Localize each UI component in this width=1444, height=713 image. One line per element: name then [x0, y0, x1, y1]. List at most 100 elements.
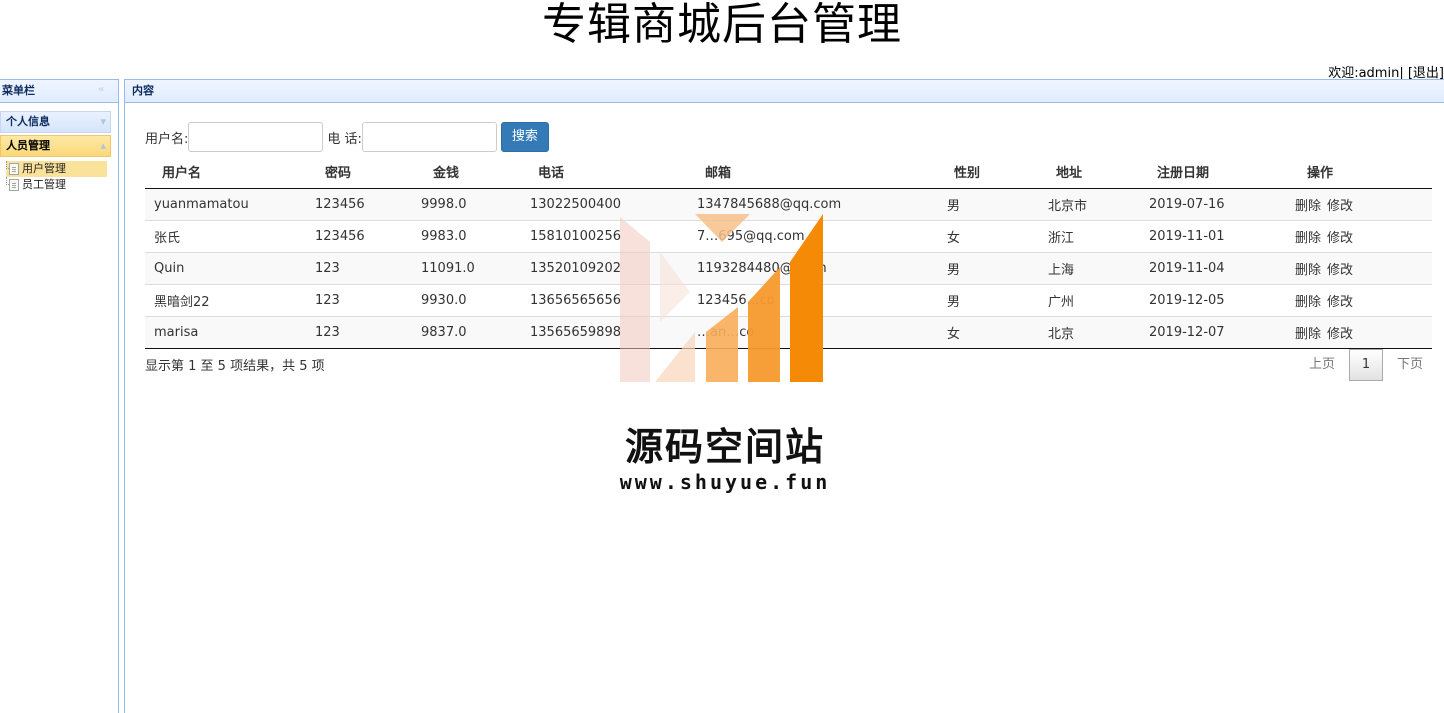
page-number-button[interactable]: 1 [1349, 349, 1384, 381]
cell-register-date: 2019-12-05 [1149, 284, 1295, 317]
cell-register-date: 2019-11-01 [1149, 220, 1295, 253]
menu-group-label: 个人信息 [6, 115, 50, 128]
cell-phone: 13022500400 [530, 188, 697, 221]
column-header[interactable]: 用户名 [145, 155, 315, 189]
cell-money: 9998.0 [421, 188, 530, 221]
menu-group-label: 人员管理 [6, 139, 50, 152]
cell-username: 张氏 [145, 220, 315, 253]
cell-username: 黑暗剑22 [145, 284, 315, 317]
table-row: yuanmamatou 123456 9998.0 13022500400 13… [145, 188, 1432, 221]
edit-link[interactable]: 修改 [1327, 199, 1353, 214]
menu-panel: 菜单栏 « 个人信息 ▾ 人员管理 ▴ 用户管理 员工管理 [0, 79, 119, 713]
cell-gender: 男 [947, 284, 1048, 317]
search-bar: 用户名: 电 话: 搜索 [145, 121, 549, 153]
cell-password: 123 [315, 252, 421, 285]
cell-money: 11091.0 [421, 252, 530, 285]
cell-phone: 13656565656 [530, 284, 697, 317]
table-header-row: 用户名 密码 金钱 电话 邮箱 性别 地址 注册日期 操作 [145, 155, 1432, 189]
phone-label: 电 话: [327, 131, 362, 147]
column-header[interactable]: 地址 [1048, 155, 1149, 189]
menu-group-staff-management[interactable]: 人员管理 ▴ [0, 135, 111, 157]
cell-actions: 删除 修改 [1295, 252, 1432, 285]
cell-address: 浙江 [1048, 220, 1149, 253]
delete-link[interactable]: 删除 [1295, 231, 1321, 246]
menu-tree: 用户管理 员工管理 [0, 157, 118, 193]
cell-password: 123456 [315, 220, 421, 253]
prev-page-button[interactable]: 上页 [1295, 349, 1349, 381]
cell-address: 上海 [1048, 252, 1149, 285]
edit-link[interactable]: 修改 [1327, 263, 1353, 278]
cell-actions: 删除 修改 [1295, 220, 1432, 253]
cell-address: 北京市 [1048, 188, 1149, 221]
tree-item-user-management[interactable]: 用户管理 [6, 161, 107, 177]
cell-gender: 男 [947, 188, 1048, 221]
file-icon [9, 163, 19, 175]
cell-phone: 13520109202 [530, 252, 697, 285]
cell-email: 1193284480@q…m [697, 252, 947, 285]
edit-link[interactable]: 修改 [1327, 327, 1353, 342]
cell-gender: 男 [947, 252, 1048, 285]
cell-password: 123456 [315, 188, 421, 221]
phone-search-input[interactable] [361, 122, 497, 152]
cell-actions: 删除 修改 [1295, 188, 1432, 221]
delete-link[interactable]: 删除 [1295, 295, 1321, 310]
column-header[interactable]: 金钱 [421, 155, 530, 189]
content-panel-header: 内容 [125, 79, 1444, 103]
content-panel-title: 内容 [132, 84, 154, 97]
edit-link[interactable]: 修改 [1327, 231, 1353, 246]
collapse-left-icon[interactable]: « [98, 84, 110, 96]
cell-gender: 女 [947, 220, 1048, 253]
cell-register-date: 2019-11-04 [1149, 252, 1295, 285]
edit-link[interactable]: 修改 [1327, 295, 1353, 310]
delete-link[interactable]: 删除 [1295, 327, 1321, 342]
cell-actions: 删除 修改 [1295, 316, 1432, 349]
table-row: 张氏 123456 9983.0 15810100256 7…695@qq.co… [145, 220, 1432, 253]
pagination: 上页 1 下页 [1295, 349, 1437, 381]
column-header[interactable]: 性别 [947, 155, 1048, 189]
cell-register-date: 2019-12-07 [1149, 316, 1295, 349]
menu-panel-title: 菜单栏 [2, 84, 35, 97]
page: 专辑商城后台管理 欢迎:admin| [退出] 菜单栏 « 个人信息 ▾ 人员管… [0, 0, 1444, 713]
column-header[interactable]: 密码 [315, 155, 421, 189]
cell-address: 北京 [1048, 316, 1149, 349]
cell-register-date: 2019-07-16 [1149, 188, 1295, 221]
cell-phone: 13565659898 [530, 316, 697, 349]
tree-item-label: 用户管理 [22, 162, 66, 175]
column-header[interactable]: 邮箱 [697, 155, 947, 189]
content-panel: 内容 用户名: 电 话: 搜索 用户名 密码 金钱 电话 邮箱 性别 地址 注册… [124, 79, 1444, 713]
user-table: 用户名 密码 金钱 电话 邮箱 性别 地址 注册日期 操作 yuanmamato… [145, 155, 1432, 349]
cell-actions: 删除 修改 [1295, 284, 1432, 317]
cell-gender: 女 [947, 316, 1048, 349]
collapse-icon: ▴ [100, 139, 106, 152]
cell-email: 1347845688@qq.com [697, 188, 947, 221]
menu-group-personal-info[interactable]: 个人信息 ▾ [0, 111, 111, 133]
next-page-button[interactable]: 下页 [1383, 349, 1437, 381]
expand-icon: ▾ [100, 115, 106, 128]
table-row: Quin 123 11091.0 13520109202 1193284480@… [145, 252, 1432, 285]
cell-username: yuanmamatou [145, 188, 315, 221]
tree-item-employee-management[interactable]: 员工管理 [6, 177, 118, 193]
cell-money: 9837.0 [421, 316, 530, 349]
table-row: marisa 123 9837.0 13565659898 …an…co 女 北… [145, 316, 1432, 349]
search-button[interactable]: 搜索 [500, 122, 549, 152]
delete-link[interactable]: 删除 [1295, 263, 1321, 278]
cell-phone: 15810100256 [530, 220, 697, 253]
cell-email: …an…co [697, 316, 947, 349]
table-info: 显示第 1 至 5 项结果，共 5 项 [145, 359, 325, 374]
delete-link[interactable]: 删除 [1295, 199, 1321, 214]
cell-password: 123 [315, 284, 421, 317]
cell-username: Quin [145, 252, 315, 285]
cell-password: 123 [315, 316, 421, 349]
cell-email: 123456…co [697, 284, 947, 317]
username-search-input[interactable] [188, 122, 324, 152]
column-header[interactable]: 电话 [530, 155, 697, 189]
cell-address: 广州 [1048, 284, 1149, 317]
tree-item-label: 员工管理 [22, 178, 66, 191]
menu-panel-header: 菜单栏 « [0, 79, 118, 103]
page-title: 专辑商城后台管理 [542, 0, 902, 50]
cell-money: 9930.0 [421, 284, 530, 317]
table-row: 黑暗剑22 123 9930.0 13656565656 123456…co 男… [145, 284, 1432, 317]
column-header[interactable]: 注册日期 [1149, 155, 1295, 189]
cell-money: 9983.0 [421, 220, 530, 253]
file-icon [9, 179, 19, 191]
